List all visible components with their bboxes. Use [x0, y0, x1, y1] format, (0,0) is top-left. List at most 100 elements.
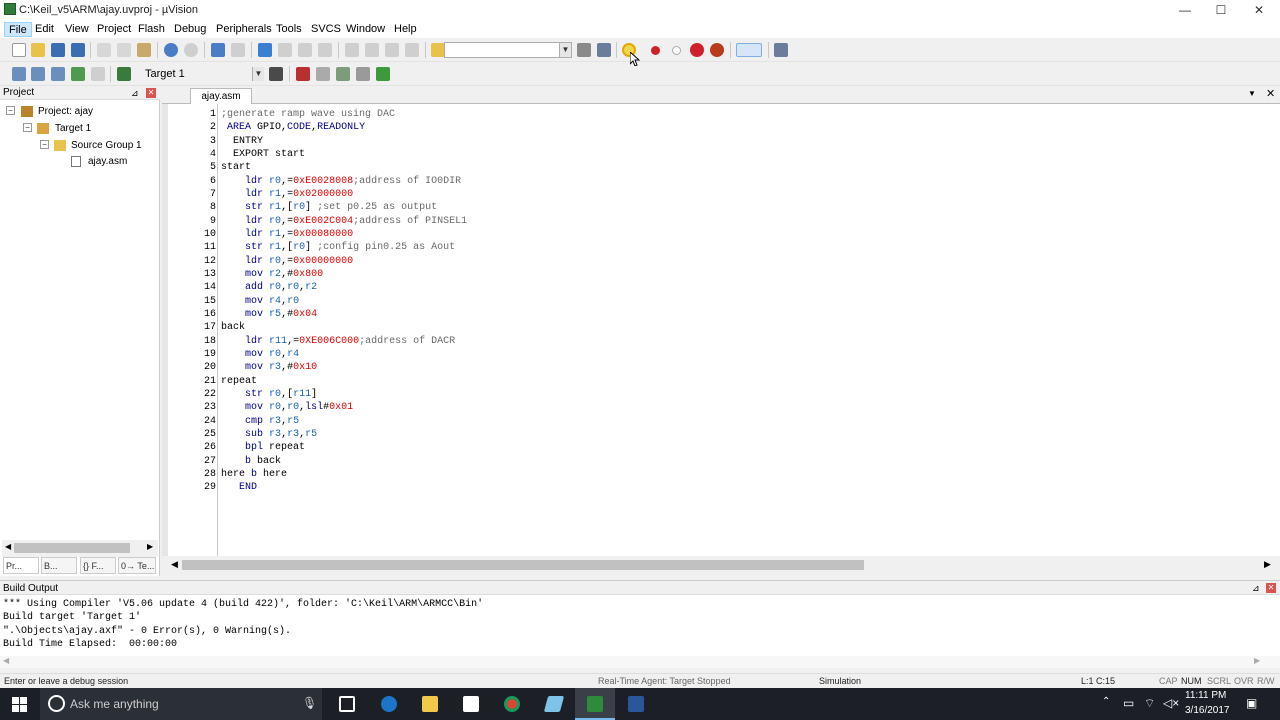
unindent-icon[interactable]: [365, 43, 379, 57]
scroll-left-icon[interactable]: ◀: [171, 559, 178, 570]
code-editor[interactable]: [162, 104, 1280, 556]
close-button[interactable]: ✕: [1240, 0, 1278, 20]
stop-build-icon[interactable]: [91, 67, 105, 81]
menu-file[interactable]: File: [4, 22, 32, 37]
minimize-button[interactable]: —: [1166, 0, 1204, 20]
battery-icon[interactable]: ▭: [1123, 696, 1134, 710]
menu-flash[interactable]: Flash: [134, 22, 169, 37]
target-select[interactable]: Target 1 ▼: [141, 66, 265, 82]
taskbar-app-store[interactable]: [451, 688, 491, 720]
taskbar-app-edge[interactable]: [369, 688, 409, 720]
indent-icon[interactable]: [345, 43, 359, 57]
configure-icon[interactable]: [774, 43, 788, 57]
taskbar-app-keil[interactable]: [534, 688, 574, 720]
paste-icon[interactable]: [137, 43, 151, 57]
editor-tab-ajay-asm[interactable]: ajay.asm: [190, 88, 252, 104]
target-options-icon[interactable]: [269, 67, 283, 81]
microphone-icon[interactable]: 🎙: [302, 696, 317, 710]
menu-view[interactable]: View: [61, 22, 93, 37]
collapse-icon[interactable]: −: [40, 140, 49, 149]
prev-bookmark-icon[interactable]: [278, 43, 292, 57]
save-icon[interactable]: [51, 43, 65, 57]
build-icon[interactable]: [31, 67, 45, 81]
editor-hscrollbar[interactable]: ◀ ▶: [166, 557, 1280, 574]
tab-project[interactable]: Pr...: [3, 557, 39, 574]
pack-installer-icon[interactable]: [356, 67, 370, 81]
cut-icon[interactable]: [97, 43, 111, 57]
build-hscrollbar[interactable]: ◀ ▶: [0, 656, 1280, 668]
new-file-icon[interactable]: [12, 43, 26, 57]
menu-tools[interactable]: Tools: [272, 22, 306, 37]
comment-icon[interactable]: [385, 43, 399, 57]
tab-templates[interactable]: 0→ Te...: [118, 557, 156, 574]
wifi-icon[interactable]: ⌔: [1144, 696, 1155, 711]
menu-project[interactable]: Project: [93, 22, 135, 37]
find-icon[interactable]: [577, 43, 591, 57]
task-view-button[interactable]: [327, 688, 367, 720]
menu-debug[interactable]: Debug: [170, 22, 210, 37]
bookmark-icon[interactable]: [258, 43, 272, 57]
open-file-icon[interactable]: [31, 43, 45, 57]
taskbar-app-uvision[interactable]: [575, 688, 615, 720]
project-hscrollbar[interactable]: ◀ ▶: [2, 540, 158, 557]
tree-target[interactable]: Target 1: [55, 122, 91, 136]
redo-icon[interactable]: [184, 43, 198, 57]
rebuild-icon[interactable]: [51, 67, 65, 81]
taskbar-app-word[interactable]: [616, 688, 656, 720]
disable-breakpoints-icon[interactable]: [690, 43, 704, 57]
tree-source-group[interactable]: Source Group 1: [71, 139, 142, 153]
volume-icon[interactable]: ◁×: [1163, 696, 1179, 710]
scroll-thumb[interactable]: [14, 543, 130, 553]
undo-icon[interactable]: [164, 43, 178, 57]
start-button[interactable]: [0, 688, 40, 720]
menu-svcs[interactable]: SVCS: [307, 22, 345, 37]
scroll-right-icon[interactable]: ▶: [1264, 559, 1271, 570]
clock-time[interactable]: 11:11 PM: [1185, 690, 1226, 701]
scroll-left-icon[interactable]: ◀: [3, 656, 9, 665]
find-in-files-icon[interactable]: [431, 43, 445, 57]
translate-icon[interactable]: [12, 67, 26, 81]
save-all-icon[interactable]: [71, 43, 85, 57]
clear-bookmarks-icon[interactable]: [318, 43, 332, 57]
close-panel-icon[interactable]: ✕: [1266, 583, 1276, 593]
manage-project-icon[interactable]: [296, 67, 310, 81]
find-combo[interactable]: ▼: [444, 42, 572, 58]
menu-help[interactable]: Help: [390, 22, 421, 37]
incremental-find-icon[interactable]: [597, 43, 611, 57]
tree-file[interactable]: ajay.asm: [88, 155, 127, 169]
tab-list-icon[interactable]: ▼: [1248, 89, 1256, 98]
nav-back-icon[interactable]: [211, 43, 225, 57]
tree-project[interactable]: Project: ajay: [38, 105, 93, 119]
nav-forward-icon[interactable]: [231, 43, 245, 57]
cortana-search-box[interactable]: Ask me anything 🎙: [40, 688, 322, 720]
run-time-env-icon[interactable]: [376, 67, 390, 81]
copy-icon[interactable]: [117, 43, 131, 57]
enable-breakpoint-icon[interactable]: [672, 46, 681, 55]
manage-rte-icon[interactable]: [336, 67, 350, 81]
collapse-icon[interactable]: −: [23, 123, 32, 132]
taskbar-app-explorer[interactable]: [410, 688, 450, 720]
uncomment-icon[interactable]: [405, 43, 419, 57]
window-layout-icon[interactable]: [736, 43, 762, 57]
menu-window[interactable]: Window: [342, 22, 389, 37]
taskbar-app-chrome[interactable]: [492, 688, 532, 720]
breakpoint-icon[interactable]: [651, 46, 660, 55]
select-packs-icon[interactable]: [316, 67, 330, 81]
batch-build-icon[interactable]: [71, 67, 85, 81]
maximize-button[interactable]: ☐: [1202, 0, 1240, 20]
download-icon[interactable]: [117, 67, 131, 81]
tab-books[interactable]: B...: [41, 557, 77, 574]
menu-peripherals[interactable]: Peripherals: [212, 22, 276, 37]
pin-icon[interactable]: ⊿: [1252, 581, 1260, 596]
build-output-window[interactable]: *** Using Compiler 'V5.06 update 4 (buil…: [0, 595, 1280, 665]
tab-functions[interactable]: {} F...: [80, 557, 116, 574]
close-panel-icon[interactable]: ✕: [146, 88, 156, 98]
scroll-right-icon[interactable]: ▶: [147, 542, 153, 551]
kill-breakpoints-icon[interactable]: [710, 43, 724, 57]
show-hidden-icons[interactable]: ⌃: [1102, 696, 1110, 707]
clock-date[interactable]: 3/16/2017: [1185, 705, 1230, 716]
scroll-thumb[interactable]: [182, 560, 864, 570]
pin-icon[interactable]: ⊿: [131, 86, 139, 100]
next-bookmark-icon[interactable]: [298, 43, 312, 57]
action-center-icon[interactable]: ▣: [1246, 696, 1257, 710]
